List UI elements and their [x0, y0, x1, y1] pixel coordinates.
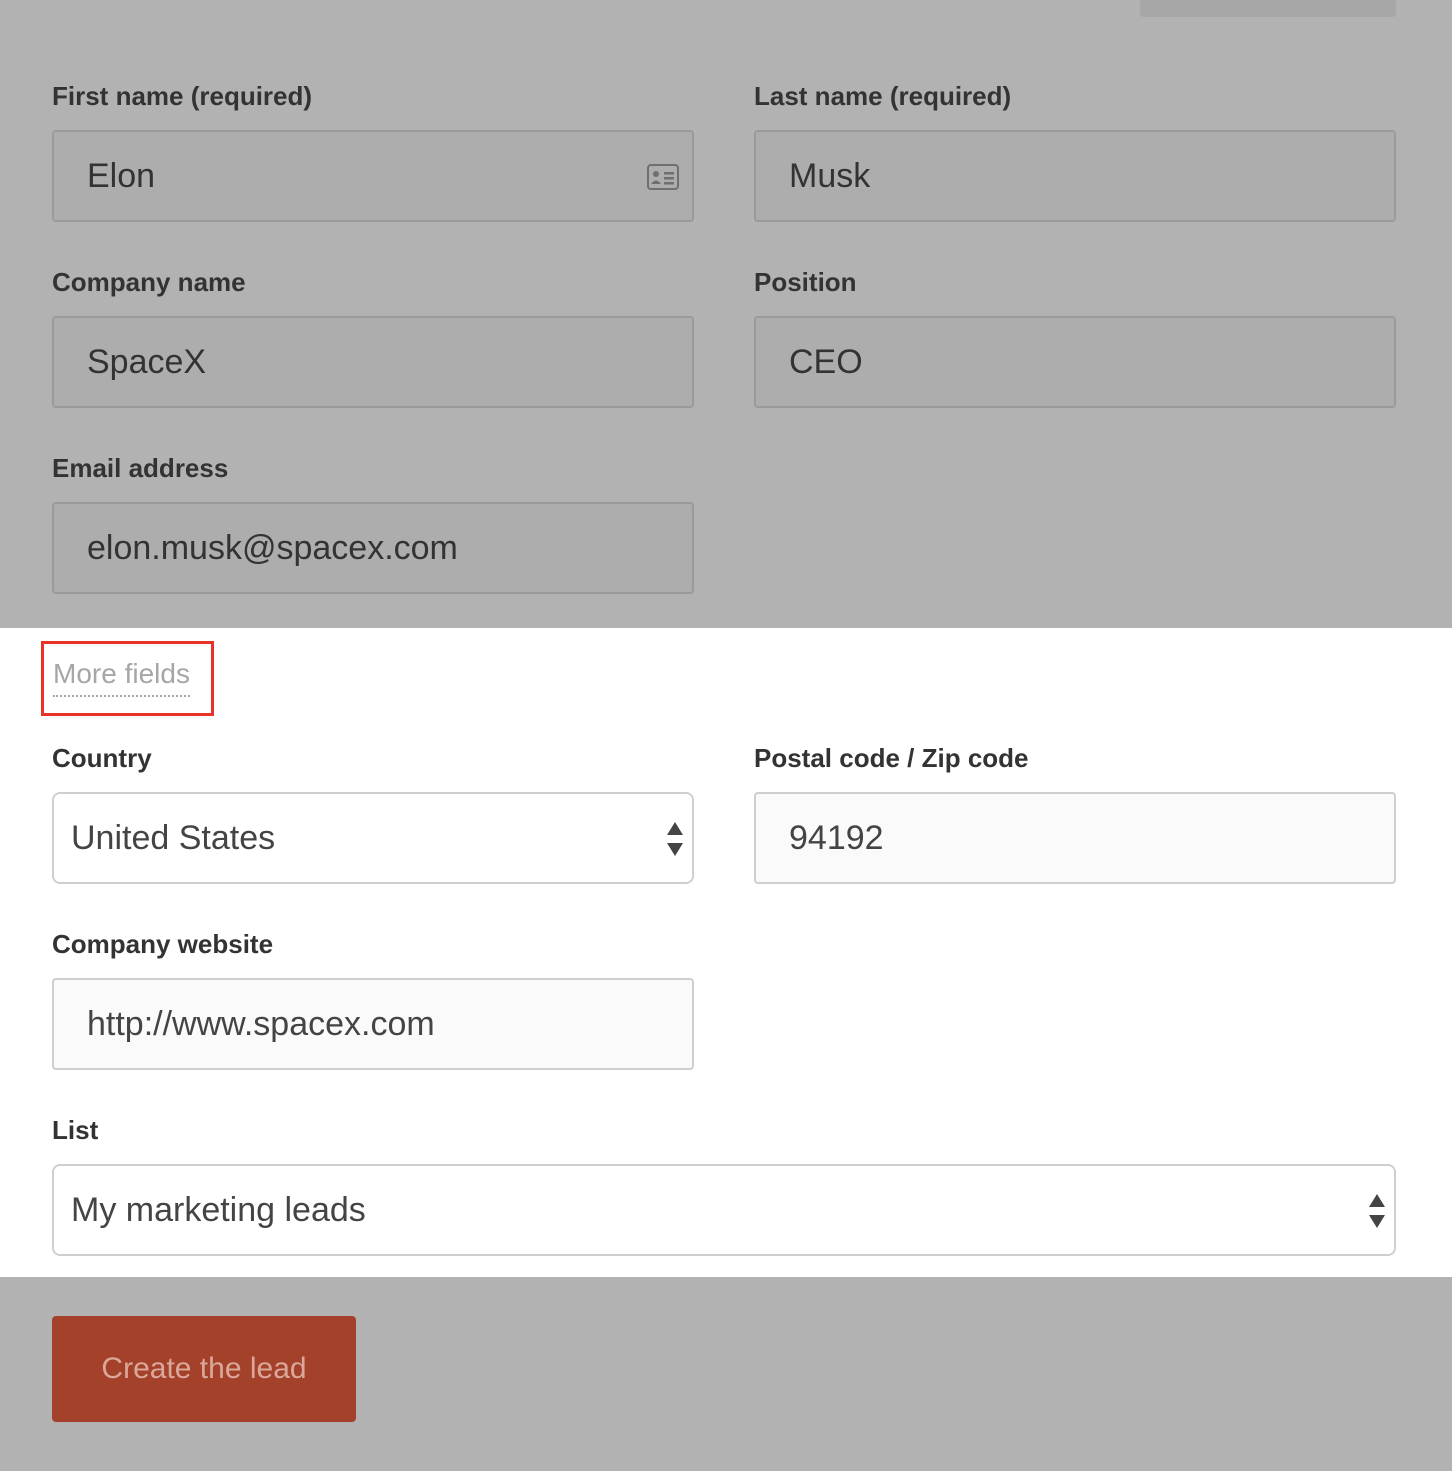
email-field[interactable]: elon.musk@spacex.com [52, 502, 694, 594]
position-label: Position [754, 267, 857, 297]
company-website-label: Company website [52, 929, 274, 959]
first-name-value: Elon [87, 157, 156, 195]
email-value: elon.musk@spacex.com [87, 529, 458, 567]
position-field[interactable]: CEO [754, 316, 1396, 408]
select-arrows-icon [1369, 1194, 1385, 1228]
first-name-field[interactable]: Elon [52, 130, 694, 222]
list-select[interactable]: My marketing leads [52, 1164, 1396, 1256]
more-fields-link[interactable]: More fields [53, 657, 190, 697]
country-label: Country [52, 743, 152, 773]
country-selected-value: United States [71, 819, 276, 857]
top-partial-control [1140, 0, 1396, 17]
list-label: List [52, 1115, 99, 1145]
contact-card-icon[interactable] [647, 164, 679, 190]
list-selected-value: My marketing leads [71, 1191, 366, 1229]
postal-code-label: Postal code / Zip code [754, 743, 1029, 773]
last-name-value: Musk [789, 157, 871, 195]
first-name-label: First name (required) [52, 81, 313, 111]
email-label: Email address [52, 453, 229, 483]
create-lead-button[interactable]: Create the lead [52, 1316, 356, 1422]
postal-code-field[interactable]: 94192 [754, 792, 1396, 884]
company-name-label: Company name [52, 267, 246, 297]
select-arrows-icon [667, 822, 683, 856]
company-website-value: http://www.spacex.com [87, 1005, 435, 1043]
company-name-value: SpaceX [87, 343, 207, 381]
last-name-field[interactable]: Musk [754, 130, 1396, 222]
country-select[interactable]: United States [52, 792, 694, 884]
last-name-label: Last name (required) [754, 81, 1012, 111]
postal-code-value: 94192 [789, 819, 884, 857]
company-website-field[interactable]: http://www.spacex.com [52, 978, 694, 1070]
position-value: CEO [789, 343, 863, 381]
company-name-field[interactable]: SpaceX [52, 316, 694, 408]
